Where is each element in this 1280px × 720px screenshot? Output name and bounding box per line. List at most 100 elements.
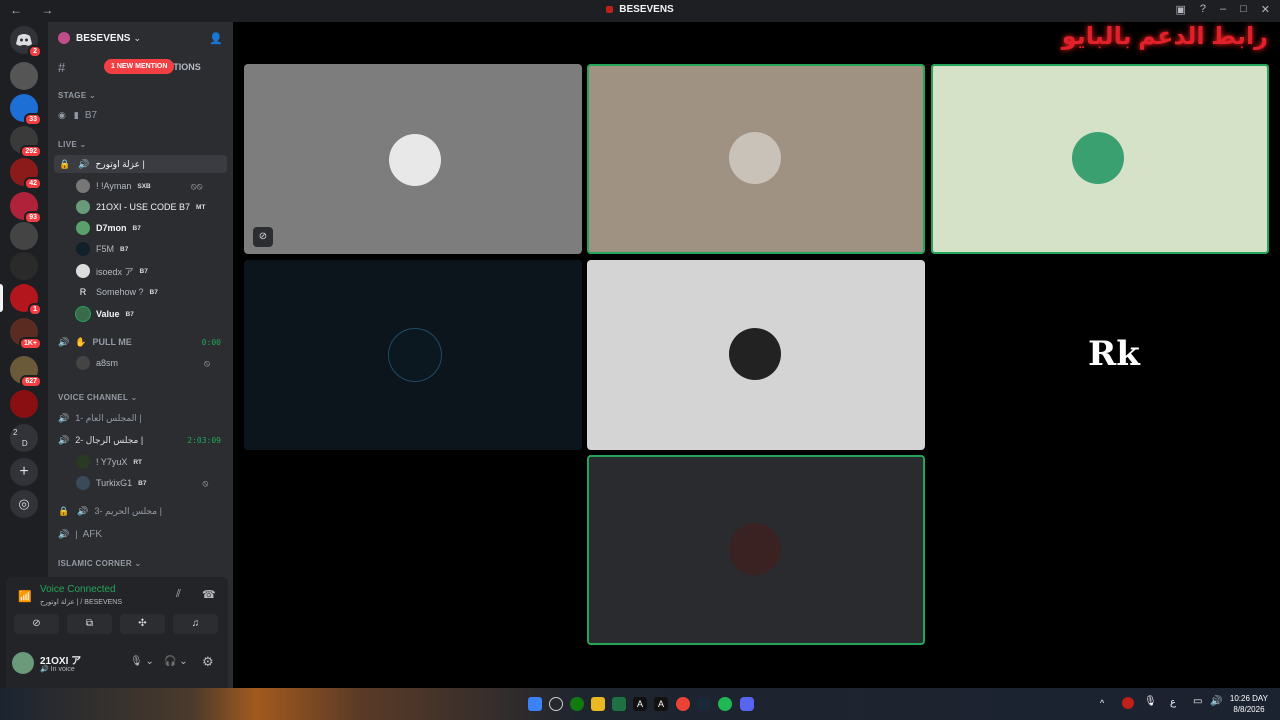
member-tag: B7 (120, 245, 129, 253)
clock[interactable]: 10:26 DAY 8/8/2026 (1230, 693, 1268, 715)
channel-b7[interactable]: ◉ ▮ B7 (54, 106, 227, 124)
noise-suppression-icon[interactable]: ⫽ (176, 588, 181, 601)
voice-member[interactable]: Value B7 (76, 305, 134, 323)
participant-tile[interactable] (244, 260, 582, 450)
voice-member[interactable]: 21OXI - USE CODE B7 MT (76, 198, 205, 216)
xbox-icon[interactable] (570, 697, 584, 711)
start-icon[interactable] (528, 697, 542, 711)
voice-member[interactable]: isoedx ア B7 (76, 262, 148, 280)
activities-icon: ✣ (138, 618, 147, 629)
voice-member[interactable]: a8sm ⦸ (76, 354, 210, 372)
soundboard-icon: ♫ (191, 618, 200, 629)
network-icon[interactable]: ▭ (1193, 696, 1202, 707)
activities-button[interactable]: ✣ (120, 614, 165, 634)
mic-icon[interactable]: 🎙 (1144, 696, 1157, 707)
close-button[interactable]: ✕ (1261, 3, 1270, 16)
participant-tile[interactable] (587, 64, 925, 254)
voice-channel-1[interactable]: 🔊 المجلس العام -1 | (54, 409, 227, 427)
steam-icon[interactable] (697, 697, 711, 711)
channel-label: PULL ME (92, 337, 132, 347)
user-area[interactable]: 21OXI ア 🔊 In voice 🎙 ⌄ 🎧 ⌄ ⚙ (12, 650, 222, 676)
participant-tile[interactable] (587, 260, 925, 450)
volume-icon[interactable]: 🔊 (1210, 696, 1222, 707)
member-tag: RT (133, 458, 143, 466)
voice-member[interactable]: ! !Ayman SXB ⦸⦸ (76, 177, 202, 195)
server-icon[interactable]: 292 (10, 126, 42, 158)
add-server-icon[interactable]: + (10, 458, 38, 486)
language-indicator[interactable]: ع (1170, 697, 1176, 708)
voice-member[interactable]: D7mon B7 (76, 219, 141, 237)
lock-icon: 🔒 (58, 505, 70, 516)
participant-tile[interactable]: ⊘ (244, 64, 582, 254)
headphones-icon[interactable]: 🎧 ⌄ (164, 656, 188, 667)
mic-icon[interactable]: 🎙 ⌄ (130, 656, 154, 667)
server-icon[interactable]: 42 (10, 158, 42, 190)
server-icon[interactable]: 93 (10, 192, 42, 224)
tray-chevron-icon[interactable]: ^ (1100, 698, 1104, 708)
avatar (389, 134, 441, 186)
avatar (76, 455, 90, 469)
category-label: ISLAMIC CORNER (58, 559, 132, 568)
excel-icon[interactable] (612, 697, 626, 711)
help-icon[interactable]: ? (1200, 3, 1206, 16)
member-name: ! !Ayman (96, 181, 132, 191)
camera-button[interactable]: ⊘ (14, 614, 59, 634)
app-a2-icon[interactable]: A (654, 697, 668, 711)
inbox-icon[interactable]: ▣ (1175, 3, 1185, 16)
server-badge-icon (58, 32, 70, 44)
discord-icon[interactable] (740, 697, 754, 711)
voice-location[interactable]: عزلة اوتورح | / BESEVENS (40, 598, 122, 606)
disconnect-icon[interactable]: ☎ (202, 588, 216, 601)
search-icon[interactable] (549, 697, 563, 711)
participant-tile[interactable] (587, 455, 925, 645)
participant-tile[interactable] (931, 64, 1269, 254)
camera-off-icon[interactable]: ⊘ (253, 227, 273, 247)
voice-channel-3[interactable]: 🔒 🔊 مجلس الحريم -3 | (54, 502, 227, 520)
participant-tile[interactable]: Rk (931, 260, 1269, 450)
tray-app-icon[interactable] (1122, 697, 1134, 709)
voice-member[interactable]: R Somehow ? B7 (76, 283, 158, 301)
voice-member[interactable]: ! Y7yuX RT (76, 453, 142, 471)
server-icon[interactable] (10, 62, 38, 90)
minimize-button[interactable]: – (1220, 3, 1226, 16)
channel-pull-me[interactable]: 🔊 ✋ PULL ME 0:00 (54, 333, 227, 351)
server-icon[interactable]: 627 (10, 356, 42, 388)
voice-status[interactable]: Voice Connected (40, 584, 116, 595)
category-live[interactable]: LIVE ⌄ (58, 140, 87, 149)
folder-icon[interactable] (591, 697, 605, 711)
invite-icon[interactable]: 👤 (209, 32, 223, 45)
home-button[interactable]: 2 (10, 26, 42, 58)
spotify-icon[interactable] (718, 697, 732, 711)
server-icon[interactable] (10, 222, 38, 250)
app-a-icon[interactable]: A (633, 697, 647, 711)
chrome-icon[interactable] (676, 697, 690, 711)
category-stage[interactable]: STAGE ⌄ (58, 91, 96, 100)
server-icon[interactable]: 1 (10, 284, 42, 316)
screen-share-button[interactable]: ⧉ (67, 614, 112, 634)
server-icon[interactable] (10, 390, 38, 418)
server-icon[interactable]: 33 (10, 94, 42, 126)
voice-member[interactable]: TurkixG1 B7 ⦸ (76, 474, 208, 492)
new-mention-badge[interactable]: 1 NEW MENTION (104, 59, 175, 74)
category-islamic[interactable]: ISLAMIC CORNER ⌄ (58, 559, 142, 568)
server-folder[interactable]: 2 D (10, 424, 38, 452)
member-name: ! Y7yuX (96, 457, 128, 467)
window-title: BESEVENS (0, 4, 1280, 15)
soundboard-button[interactable]: ♫ (173, 614, 218, 634)
category-voice[interactable]: VOICE CHANNEL ⌄ (58, 393, 138, 402)
gear-icon[interactable]: ⚙ (202, 654, 214, 670)
voice-member[interactable]: F5M B7 (76, 240, 128, 258)
voice-channel-2[interactable]: 🔊 مجلس الرجال -2 | 2:03:09 (54, 431, 227, 449)
server-header[interactable]: BESEVENS ⌄ 👤 (48, 22, 233, 54)
maximize-button[interactable]: □ (1240, 3, 1247, 16)
discover-icon[interactable]: ◎ (10, 490, 38, 518)
user-status-text: In voice (50, 666, 75, 673)
member-tag: B7 (139, 267, 148, 275)
member-name: a8sm (96, 358, 119, 368)
server-icon[interactable] (10, 252, 38, 280)
guild-badge: 1 (28, 303, 42, 316)
voice-channel-afk[interactable]: 🔊 | AFK (54, 525, 227, 543)
guild-badge: 2 (28, 45, 42, 58)
server-icon[interactable]: 1K+ (10, 318, 42, 350)
channel-live[interactable]: 🔒 🔊 عزلة اوتورح | (54, 155, 227, 173)
